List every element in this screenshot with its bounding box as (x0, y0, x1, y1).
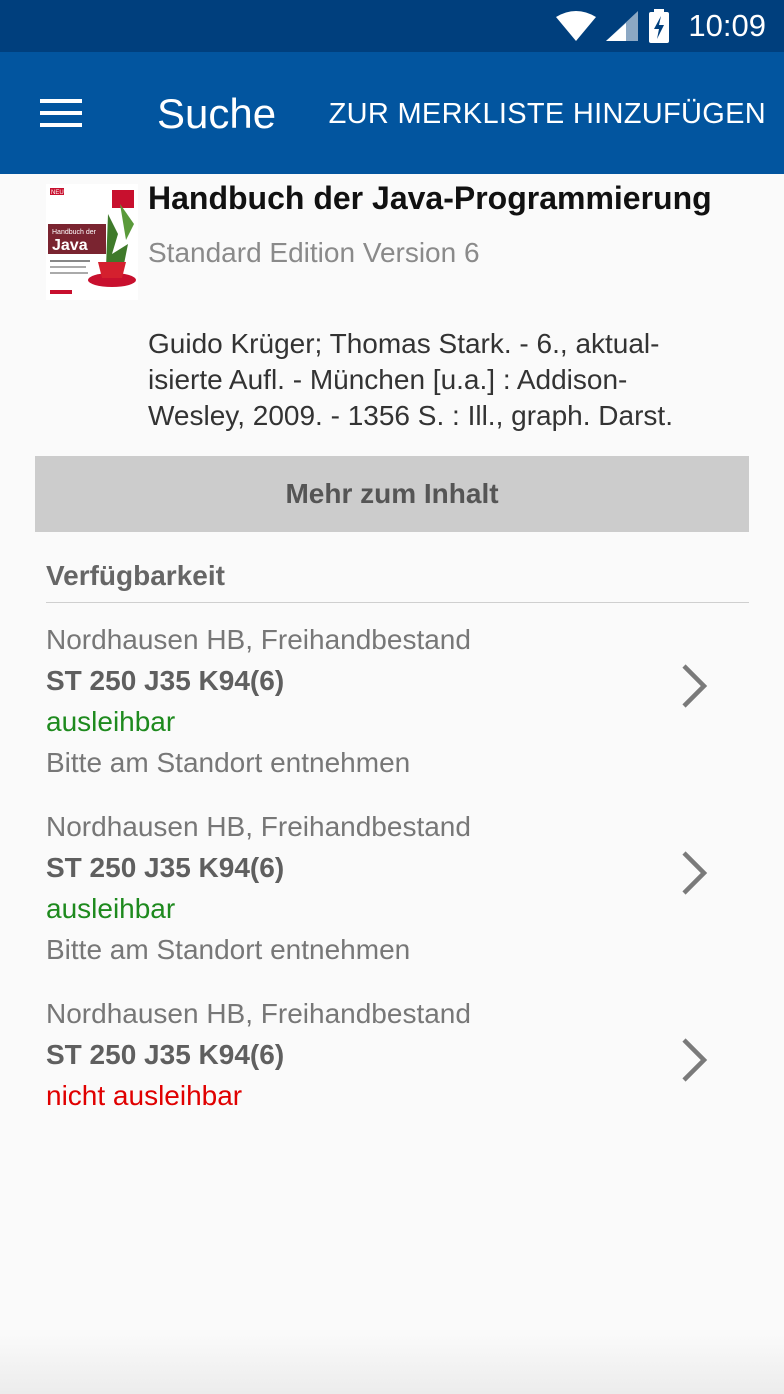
item-note: Bitte am Standort entnehmen (46, 747, 411, 778)
book-description-line: Guido Krüger; Thomas Stark. - 6., aktual… (148, 328, 660, 359)
item-note: Bitte am Standort entnehmen (46, 934, 411, 965)
bottom-shadow (0, 1334, 784, 1394)
availability-heading: Verfügbarkeit (46, 560, 225, 591)
item-status: nicht ausleihbar (46, 1080, 243, 1111)
battery-charging-icon (649, 9, 670, 43)
book-title: Handbuch der Java-Programmierung (148, 180, 712, 216)
status-clock: 10:09 (688, 8, 766, 43)
book-subtitle: Standard Edition Version 6 (148, 237, 480, 268)
availability-list-item[interactable]: Nordhausen HB, Freihandbestand ST 250 J3… (0, 811, 784, 981)
app-bar: Suche ZUR MERKLISTE HINZUFÜGEN (0, 52, 784, 174)
chevron-right-icon[interactable] (676, 1036, 710, 1084)
item-signature: ST 250 J35 K94(6) (46, 852, 285, 883)
item-location: Nordhausen HB, Freihandbestand (46, 811, 471, 842)
status-icons: 10:09 (556, 8, 766, 44)
item-status: ausleihbar (46, 893, 176, 924)
book-description: Guido Krüger; Thomas Stark. - 6., aktual… (148, 326, 748, 434)
book-description-line: isierte Aufl. - München [u.a.] : Addison… (148, 364, 628, 395)
cover-title-small: Handbuch der (52, 229, 97, 236)
chevron-right-icon[interactable] (676, 849, 710, 897)
cover-badge-text: NEU (51, 190, 64, 196)
item-status: ausleihbar (46, 706, 176, 737)
availability-list-item[interactable]: Nordhausen HB, Freihandbestand ST 250 J3… (0, 998, 784, 1128)
hamburger-menu-icon[interactable] (40, 99, 82, 129)
chevron-right-icon[interactable] (676, 662, 710, 710)
app-bar-title: Suche (157, 90, 277, 137)
wifi-icon (556, 11, 597, 41)
more-content-button[interactable]: Mehr zum Inhalt (35, 456, 749, 532)
cover-title-java: Java (52, 237, 88, 254)
item-signature: ST 250 J35 K94(6) (46, 1039, 285, 1070)
book-cover-image: NEU Handbuch der Java (46, 184, 138, 300)
item-signature: ST 250 J35 K94(6) (46, 665, 285, 696)
add-to-watchlist-button[interactable]: ZUR MERKLISTE HINZUFÜGEN (329, 98, 766, 131)
item-location: Nordhausen HB, Freihandbestand (46, 624, 471, 655)
cell-signal-icon (606, 11, 639, 41)
status-bar: 10:09 (0, 0, 784, 52)
book-description-line: Wesley, 2009. - 1356 S. : Ill., graph. D… (148, 400, 673, 431)
section-divider (46, 602, 749, 603)
availability-list-item[interactable]: Nordhausen HB, Freihandbestand ST 250 J3… (0, 624, 784, 794)
item-location: Nordhausen HB, Freihandbestand (46, 998, 471, 1029)
